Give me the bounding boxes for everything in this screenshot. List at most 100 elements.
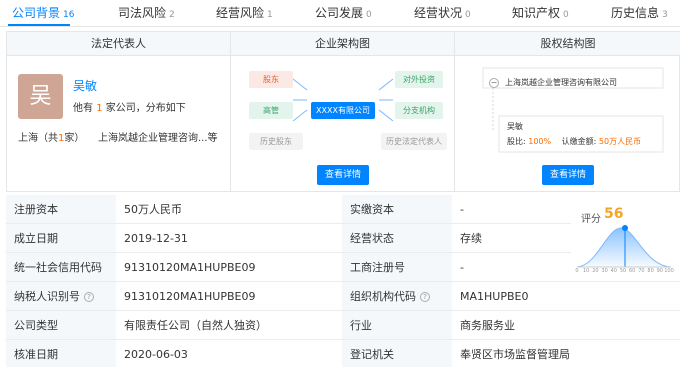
org-code-label: 组织机构代码 <box>350 290 416 303</box>
arrow-shareholder <box>292 78 308 91</box>
company-type-label: 公司类型 <box>6 311 116 340</box>
score-axis-tick: 100 <box>664 268 674 274</box>
region-summary: 上海（共1家） <box>18 129 84 144</box>
paid-capital-label: 实缴资本 <box>342 195 452 224</box>
tab-operations[interactable]: 经营状况 0 <box>414 4 471 21</box>
score-marker-dot <box>622 225 628 231</box>
equity-panel: 股权结构图 − 上海岚越企业管理咨询有限公司 吴敏 股比: 100% 认缴金额:… <box>455 32 680 191</box>
tab-count: 0 <box>366 10 372 20</box>
org-node-investment: 对外投资 <box>395 71 443 88</box>
equity-company-name[interactable]: 上海岚越企业管理咨询有限公司 <box>505 77 617 88</box>
tab-label: 公司发展 <box>315 6 364 20</box>
legal-rep-panel: 法定代表人 吴 吴敏 他有 1 家公司，分布如下 上海（共1家） 上海岚越企业管… <box>7 32 231 191</box>
equity-holder-name[interactable]: 吴敏 <box>507 121 523 132</box>
taxpayer-value: 91310120MA1HUPBE09 <box>116 282 342 311</box>
arrow-history-shareholder <box>292 109 308 122</box>
equity-detail-button[interactable]: 查看详情 <box>542 165 594 185</box>
authority-value: 奉贤区市场监督管理局 <box>452 340 680 367</box>
tab-label: 司法风险 <box>118 6 167 20</box>
arrow-investment <box>378 78 394 91</box>
tab-count: 3 <box>662 10 668 20</box>
score-axis-tick: 80 <box>647 268 654 274</box>
amount-value: 50万人民币 <box>598 137 642 146</box>
tab-count: 0 <box>563 10 569 20</box>
approval-label: 核准日期 <box>6 340 116 367</box>
score-axis-tick: 10 <box>583 268 590 274</box>
score-widget[interactable]: 评分 56 0 10 20 30 40 50 60 70 80 90 100 <box>571 195 680 282</box>
score-axis-labels: 0 10 20 30 40 50 60 70 80 90 100 <box>575 268 675 276</box>
info-suffix: 家公司，分布如下 <box>105 103 186 114</box>
region-prefix: 上海（共 <box>18 133 58 144</box>
score-axis-tick: 0 <box>575 268 579 274</box>
equity-tree-lines <box>482 67 664 153</box>
legal-rep-name-link[interactable]: 吴敏 <box>73 77 97 94</box>
tab-label: 知识产权 <box>512 6 561 20</box>
tab-company-background[interactable]: 公司背景 16 <box>12 4 74 21</box>
score-axis-tick: 90 <box>656 268 663 274</box>
tab-legal-risk[interactable]: 司法风险 2 <box>118 4 175 21</box>
founded-value: 2019-12-31 <box>116 224 342 253</box>
info-count: 1 <box>96 103 103 114</box>
score-value: 56 <box>604 206 624 222</box>
legal-rep-header: 法定代表人 <box>7 32 230 56</box>
industry-label: 行业 <box>342 311 452 340</box>
overview-panels: 法定代表人 吴 吴敏 他有 1 家公司，分布如下 上海（共1家） 上海岚越企业管… <box>6 31 680 192</box>
credit-code-label: 统一社会信用代码 <box>6 253 116 282</box>
status-label: 经营状态 <box>342 224 452 253</box>
score-axis-tick: 30 <box>601 268 608 274</box>
info-prefix: 他有 <box>73 103 93 114</box>
help-icon[interactable]: ? <box>84 292 94 302</box>
org-chart-panel: 企业架构图 股东 高管 历史股东 XXXX有限公司 对外投资 分支机构 历史法定… <box>231 32 455 191</box>
tab-label: 经营状况 <box>414 6 463 20</box>
ratio-label: 股比: <box>507 137 526 146</box>
tab-history[interactable]: 历史信息 3 <box>611 4 668 21</box>
org-node-center: XXXX有限公司 <box>311 102 375 119</box>
region-company-link[interactable]: 上海岚越企业管理咨询...等 <box>98 129 218 144</box>
help-icon[interactable]: ? <box>420 292 430 302</box>
reg-capital-value: 50万人民币 <box>116 195 342 224</box>
authority-label: 登记机关 <box>342 340 452 367</box>
taxpayer-label: 纳税人识别号 <box>14 290 80 303</box>
tab-count: 1 <box>267 10 273 20</box>
score-axis-tick: 20 <box>592 268 599 274</box>
org-node-branch: 分支机构 <box>395 102 443 119</box>
score-distribution-area <box>576 227 672 268</box>
org-node-shareholder: 股东 <box>249 71 293 88</box>
tab-ip[interactable]: 知识产权 0 <box>512 4 569 21</box>
paid-capital-value: - <box>452 195 571 224</box>
tab-label: 历史信息 <box>611 6 660 20</box>
ratio-value: 100% <box>528 137 552 146</box>
reg-no-label: 工商注册号 <box>342 253 452 282</box>
arrow-history-legal <box>378 109 394 122</box>
collapse-icon[interactable]: − <box>489 78 499 88</box>
org-node-history-shareholder: 历史股东 <box>249 133 303 150</box>
taxpayer-label-cell: 纳税人识别号? <box>6 282 116 311</box>
avatar[interactable]: 吴 <box>18 74 63 119</box>
tab-count: 16 <box>63 10 75 20</box>
tab-count: 2 <box>169 10 175 20</box>
region-suffix: 家） <box>64 133 85 144</box>
org-code-label-cell: 组织机构代码? <box>342 282 452 311</box>
org-chart-header: 企业架构图 <box>231 32 454 56</box>
founded-label: 成立日期 <box>6 224 116 253</box>
legal-rep-company-count: 他有 1 家公司，分布如下 <box>73 99 186 114</box>
tab-label: 经营风险 <box>216 6 265 20</box>
reg-capital-label: 注册资本 <box>6 195 116 224</box>
company-type-value: 有限责任公司（自然人独资） <box>116 311 342 340</box>
score-axis-tick: 70 <box>638 268 645 274</box>
credit-code-value: 91310120MA1HUPBE09 <box>116 253 342 282</box>
equity-holder-details: 股比: 100% 认缴金额: 50万人民币 <box>507 136 641 147</box>
org-node-executive: 高管 <box>249 102 293 119</box>
org-chart-detail-button[interactable]: 查看详情 <box>317 165 369 185</box>
score-axis-tick: 60 <box>629 268 636 274</box>
tab-bar: 公司背景 16 司法风险 2 经营风险 1 公司发展 0 经营状况 0 知识产权 0 历史信… <box>0 0 680 27</box>
tab-label: 公司背景 <box>12 6 61 20</box>
tab-development[interactable]: 公司发展 0 <box>315 4 372 21</box>
equity-header: 股权结构图 <box>455 32 680 56</box>
tab-business-risk[interactable]: 经营风险 1 <box>216 4 273 21</box>
amount-label: 认缴金额: <box>561 137 597 146</box>
industry-value: 商务服务业 <box>452 311 680 340</box>
score-axis-tick: 40 <box>610 268 617 274</box>
tab-count: 0 <box>465 10 471 20</box>
approval-value: 2020-06-03 <box>116 340 342 367</box>
